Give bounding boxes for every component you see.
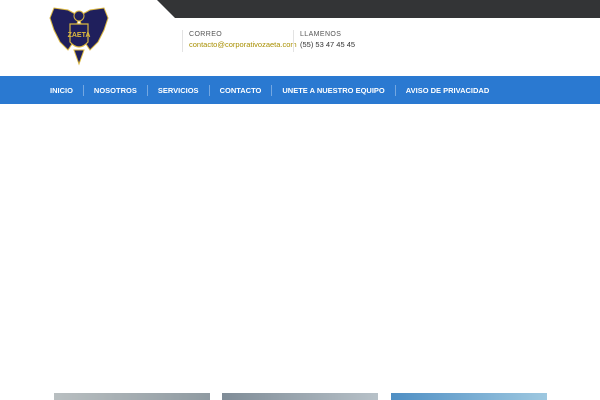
nav-item-contacto[interactable]: CONTACTO xyxy=(208,84,272,96)
email-label: CORREO xyxy=(189,31,223,38)
nav-item-nosotros[interactable]: NOSOTROS xyxy=(82,84,147,96)
service-thumbnail-1[interactable] xyxy=(54,393,210,400)
eagle-logo-icon: ZAETA xyxy=(49,7,109,66)
main-navigation: INICIO NOSOTROS SERVICIOS CONTACTO UNETE… xyxy=(0,76,600,104)
nav-item-servicios[interactable]: SERVICIOS xyxy=(146,84,209,96)
email-contact: CORREO contacto@corporativozaeta.com xyxy=(182,30,297,52)
company-logo[interactable]: ZAETA xyxy=(48,6,110,66)
service-thumbnail-3[interactable] xyxy=(391,393,547,400)
phone-contact: LLAMENOS (55) 53 47 45 45 xyxy=(293,30,355,52)
phone-number[interactable]: (55) 53 47 45 45 xyxy=(300,40,355,50)
nav-item-unete[interactable]: UNETE A NUESTRO EQUIPO xyxy=(271,84,394,96)
logo-text: ZAETA xyxy=(68,32,91,39)
hero-area xyxy=(0,104,600,392)
email-link[interactable]: contacto@corporativozaeta.com xyxy=(189,40,297,50)
phone-label: LLAMENOS xyxy=(300,31,342,38)
nav-item-inicio[interactable]: INICIO xyxy=(40,85,83,96)
nav-item-aviso-privacidad[interactable]: AVISO DE PRIVACIDAD xyxy=(394,84,499,96)
service-thumbnail-2[interactable] xyxy=(222,393,378,400)
